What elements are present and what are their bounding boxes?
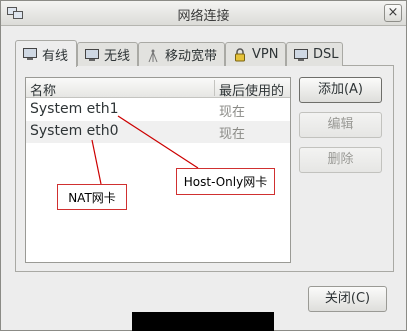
network-connections-window: 网络连接 × 有线 无线 移动宽带 VPN DSL 名称 最后使用的 Syste… <box>0 0 407 331</box>
tab-mobile-broadband-label: 移动宽带 <box>165 49 218 64</box>
tab-vpn[interactable]: VPN <box>225 42 286 66</box>
connection-last-used: 现在 <box>219 105 246 120</box>
window-title: 网络连接 <box>177 9 230 24</box>
wired-icon <box>22 46 38 62</box>
column-header-name[interactable]: 名称 <box>30 80 56 99</box>
add-button[interactable]: 添加(A) <box>299 77 382 103</box>
mobile-broadband-icon <box>145 47 161 63</box>
wireless-icon <box>84 47 100 63</box>
list-header: 名称 最后使用的 <box>26 78 290 99</box>
tab-dsl[interactable]: DSL <box>286 42 343 66</box>
delete-button[interactable]: 删除 <box>299 147 382 173</box>
column-header-last-used[interactable]: 最后使用的 <box>219 80 284 99</box>
tab-mobile-broadband[interactable]: 移动宽带 <box>138 42 225 66</box>
connection-last-used: 现在 <box>219 127 246 142</box>
host-only-annotation: Host-Only网卡 <box>176 168 275 195</box>
connection-name: System eth1 <box>30 101 119 117</box>
nat-annotation: NAT网卡 <box>57 184 127 210</box>
close-button[interactable]: 关闭(C) <box>308 286 387 312</box>
tab-dsl-label: DSL <box>313 47 339 62</box>
tab-wireless-label: 无线 <box>104 49 131 64</box>
edit-button[interactable]: 编辑 <box>299 112 382 138</box>
list-item[interactable]: System eth1 现在 <box>26 99 290 121</box>
title-bar[interactable]: 网络连接 × <box>1 1 406 26</box>
tab-wireless[interactable]: 无线 <box>77 42 138 66</box>
column-divider[interactable] <box>214 80 215 96</box>
tab-wired[interactable]: 有线 <box>15 40 77 67</box>
list-item[interactable]: System eth0 现在 <box>26 121 290 143</box>
redaction-bar <box>132 312 274 331</box>
tab-wired-label: 有线 <box>42 48 69 64</box>
dsl-icon <box>293 47 309 63</box>
close-window-button[interactable]: × <box>384 4 402 22</box>
connection-name: System eth0 <box>30 123 119 139</box>
lock-icon <box>232 47 248 63</box>
tab-vpn-label: VPN <box>252 47 279 62</box>
